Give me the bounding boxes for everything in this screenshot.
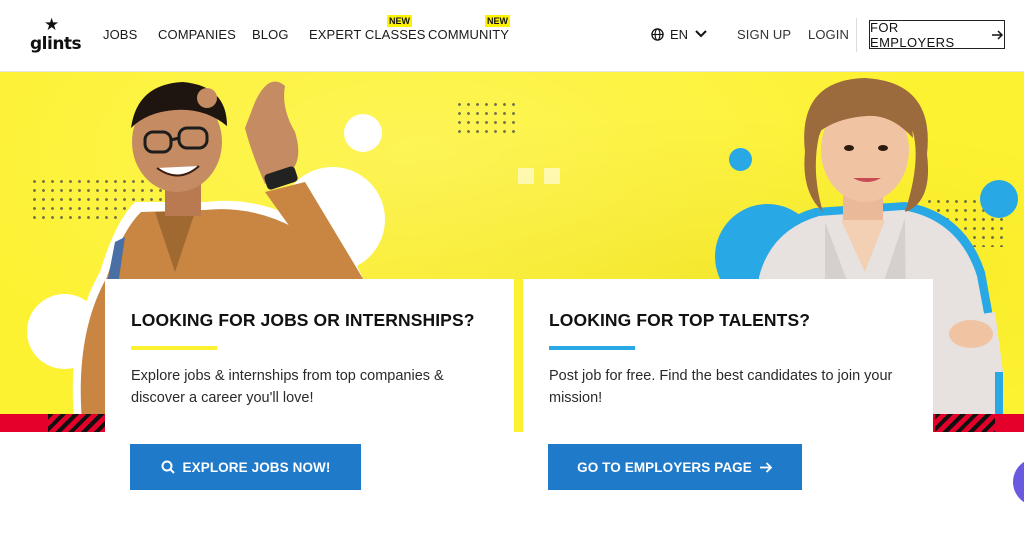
- nav-blog[interactable]: BLOG: [252, 27, 289, 42]
- carousel-dot[interactable]: [518, 168, 534, 184]
- go-to-employers-button[interactable]: GO TO EMPLOYERS PAGE: [548, 444, 802, 490]
- arrow-right-icon: [992, 29, 1004, 40]
- arrow-right-icon: [759, 461, 773, 473]
- top-navbar: ★ glints JOBS COMPANIES BLOG EXPERT CLAS…: [0, 0, 1024, 72]
- for-employers-label: FOR EMPLOYERS: [870, 19, 955, 50]
- new-badge-community: NEW: [485, 15, 510, 27]
- carousel-indicators: [518, 168, 560, 184]
- employer-card-title: LOOKING FOR TOP TALENTS?: [549, 310, 811, 330]
- nav-community[interactable]: COMMUNITY: [428, 27, 509, 42]
- employer-card-accent-line: [549, 346, 635, 350]
- employer-card: LOOKING FOR TOP TALENTS? Post job for fr…: [523, 279, 933, 434]
- chat-widget-button[interactable]: [1013, 458, 1024, 506]
- nav-jobs[interactable]: JOBS: [103, 27, 137, 42]
- sign-up-link[interactable]: SIGN UP: [737, 27, 791, 42]
- nav-companies[interactable]: COMPANIES: [158, 27, 236, 42]
- login-link[interactable]: LOGIN: [808, 27, 849, 42]
- for-employers-button[interactable]: FOR EMPLOYERS: [869, 19, 1005, 50]
- glints-logo[interactable]: ★ glints: [30, 16, 82, 56]
- jobseeker-card: LOOKING FOR JOBS OR INTERNSHIPS? Explore…: [105, 279, 514, 434]
- language-selector[interactable]: EN: [651, 26, 708, 42]
- nav-expert-classes[interactable]: EXPERT CLASSES: [309, 27, 426, 42]
- jobseeker-card-title: LOOKING FOR JOBS OR INTERNSHIPS?: [131, 310, 475, 330]
- header-divider: [856, 18, 857, 52]
- card-separator: [514, 279, 523, 432]
- logo-text: glints: [30, 34, 82, 54]
- chevron-down-icon: [695, 30, 707, 38]
- go-to-employers-label: GO TO EMPLOYERS PAGE: [577, 459, 752, 475]
- explore-jobs-button[interactable]: EXPLORE JOBS NOW!: [130, 444, 361, 490]
- search-icon: [161, 460, 175, 474]
- employer-card-description: Post job for free. Find the best candida…: [549, 368, 893, 406]
- star-icon: ★: [44, 15, 60, 34]
- language-label: EN: [670, 26, 689, 42]
- jobseeker-card-description: Explore jobs & internships from top comp…: [131, 368, 444, 406]
- explore-jobs-label: EXPLORE JOBS NOW!: [182, 459, 331, 475]
- dot-pattern-center: [455, 100, 520, 134]
- globe-icon: [651, 27, 664, 41]
- new-badge-expert-classes: NEW: [387, 15, 412, 27]
- stripe-hatch-right: [935, 414, 995, 432]
- carousel-dot[interactable]: [544, 168, 560, 184]
- stripe-hatch-left: [48, 414, 108, 432]
- jobseeker-card-accent-line: [131, 346, 217, 350]
